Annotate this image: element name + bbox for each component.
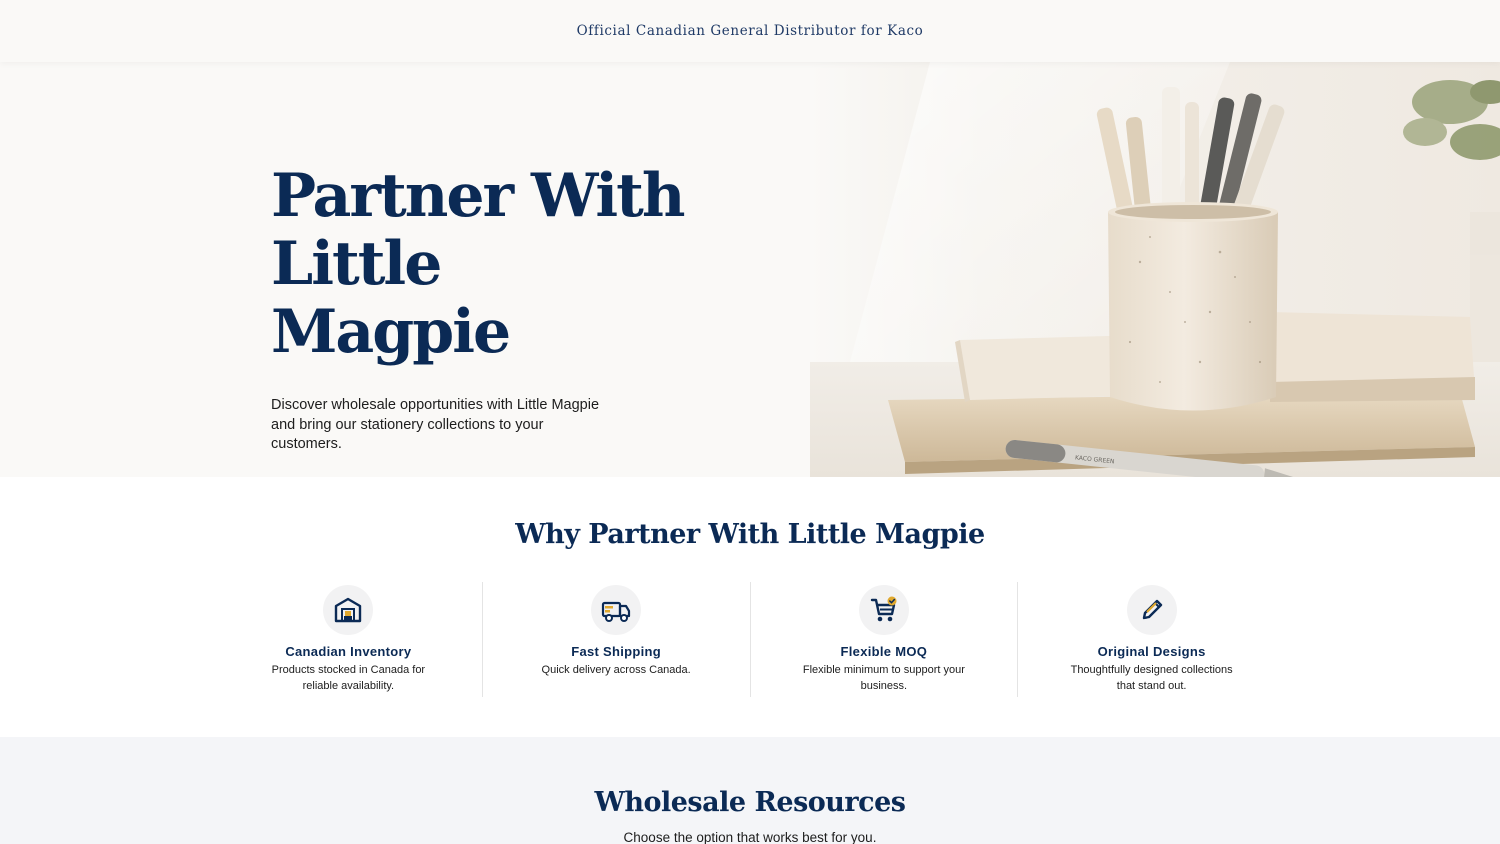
- announcement-text: Official Canadian General Distributor fo…: [576, 23, 924, 39]
- why-partner-title: Why Partner With Little Magpie: [515, 519, 985, 550]
- feature-list: Canadian Inventory Products stocked in C…: [215, 582, 1285, 697]
- feature-description: Thoughtfully designed collections that s…: [1070, 664, 1233, 692]
- warehouse-icon: [323, 585, 374, 635]
- feature-flexible-moq: Flexible MOQ Flexible minimum to support…: [751, 582, 1019, 697]
- wholesale-resources-subtitle: Choose the option that works best for yo…: [623, 830, 877, 844]
- feature-name: Canadian Inventory: [285, 644, 412, 659]
- feature-fast-shipping: Fast Shipping Quick delivery across Cana…: [483, 582, 751, 697]
- shopping-cart-check-icon: [858, 585, 909, 635]
- hero-title: Partner With Little Magpie: [271, 162, 691, 366]
- feature-name: Flexible MOQ: [840, 644, 928, 659]
- hero-copy: Partner With Little Magpie Discover whol…: [271, 162, 691, 455]
- pencil-icon: [1126, 585, 1177, 635]
- feature-original-designs: Original Designs Thoughtfully designed c…: [1018, 582, 1285, 697]
- feature-description: Quick delivery across Canada.: [541, 664, 691, 676]
- hero-image: KACO GREEN: [810, 62, 1500, 477]
- feature-name: Original Designs: [1097, 644, 1206, 659]
- hero-title-line1: Partner With: [271, 161, 685, 231]
- hero-subtitle: Discover wholesale opportunities with Li…: [271, 397, 600, 452]
- feature-name: Fast Shipping: [571, 644, 662, 659]
- hero-section: Partner With Little Magpie Discover whol…: [0, 62, 1500, 477]
- delivery-truck-icon: [591, 585, 642, 635]
- announcement-bar: Official Canadian General Distributor fo…: [0, 0, 1500, 62]
- feature-description: Flexible minimum to support your busines…: [802, 664, 965, 692]
- hero-title-line2: Little Magpie: [271, 229, 511, 367]
- feature-canadian-inventory: Canadian Inventory Products stocked in C…: [215, 582, 483, 697]
- wholesale-resources-section: Wholesale Resources Choose the option th…: [0, 737, 1500, 844]
- why-partner-section: Why Partner With Little Magpie Canadian …: [0, 477, 1500, 737]
- wholesale-resources-title: Wholesale Resources: [594, 787, 906, 818]
- feature-description: Products stocked in Canada for reliable …: [271, 664, 426, 692]
